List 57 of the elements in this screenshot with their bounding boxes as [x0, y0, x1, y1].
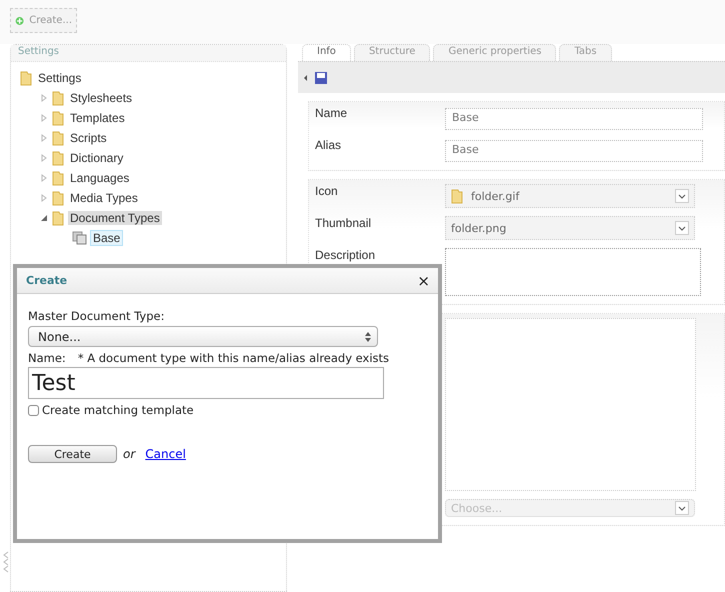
dropdown-icon [675, 189, 689, 203]
cancel-link[interactable]: Cancel [145, 447, 186, 461]
field-label: Icon [315, 184, 339, 198]
field-label: Description [315, 248, 376, 262]
folder-icon [52, 110, 64, 126]
collapsed-arrow-icon[interactable] [40, 154, 48, 162]
dropdown[interactable]: folder.gif [445, 184, 695, 208]
error-message: * A document type with this name/alias already exists [78, 351, 390, 365]
left-arrow-icon[interactable] [304, 74, 308, 80]
tree-item[interactable]: Media Types [68, 191, 140, 205]
tree-item[interactable]: Settings [36, 71, 84, 85]
folder-icon [20, 70, 32, 86]
text-field[interactable]: Base [445, 108, 703, 130]
field-label: Alias [315, 138, 342, 152]
name-input[interactable]: Test [28, 367, 384, 399]
expanded-arrow-icon[interactable] [40, 214, 48, 222]
field-label: Thumbnail [315, 216, 372, 230]
field-label: Master Document Type: [28, 309, 166, 323]
collapse-handle-icon[interactable] [2, 551, 10, 573]
collapsed-arrow-icon[interactable] [40, 194, 48, 202]
collapsed-arrow-icon[interactable] [40, 114, 48, 122]
folder-icon [451, 188, 463, 204]
panel-title: Settings [11, 45, 286, 62]
text-field[interactable]: Base [445, 140, 703, 162]
master-type-dropdown[interactable]: None... [28, 326, 378, 347]
folder-icon [52, 90, 64, 106]
tree-item[interactable]: Dictionary [68, 151, 126, 165]
tree-item[interactable]: Scripts [68, 131, 109, 145]
tab[interactable]: Info [302, 44, 351, 61]
folder-icon [52, 210, 64, 226]
field-label: Name [315, 106, 348, 120]
or-text: or [123, 447, 136, 461]
collapsed-arrow-icon[interactable] [40, 174, 48, 182]
tree-item[interactable]: Languages [68, 171, 132, 185]
dropdown[interactable]: folder.png [445, 216, 695, 240]
document-type-icon [72, 231, 87, 245]
folder-icon [52, 150, 64, 166]
field-label: Name: [28, 351, 66, 365]
folder-icon [52, 130, 64, 146]
dropdown-icon [675, 501, 689, 515]
save-icon[interactable] [314, 70, 328, 84]
stepper-arrows-icon [365, 332, 371, 342]
collapsed-arrow-icon[interactable] [40, 94, 48, 102]
checkbox[interactable] [28, 404, 39, 416]
tree-item[interactable]: Base [91, 231, 122, 245]
folder-icon [52, 190, 64, 206]
close-button[interactable]: × [417, 272, 430, 290]
checkbox-label[interactable]: Create matching template [42, 403, 194, 417]
tree-item[interactable]: Templates [68, 111, 127, 125]
tree-item[interactable]: Stylesheets [68, 91, 134, 105]
dropdown-icon [675, 221, 689, 235]
collapsed-arrow-icon[interactable] [40, 134, 48, 142]
create-button[interactable]: Create [28, 445, 117, 463]
folder-icon [52, 170, 64, 186]
dialog-title: Create [26, 274, 68, 287]
text-area[interactable] [445, 248, 701, 296]
tree-item[interactable]: Document Types [68, 211, 162, 225]
